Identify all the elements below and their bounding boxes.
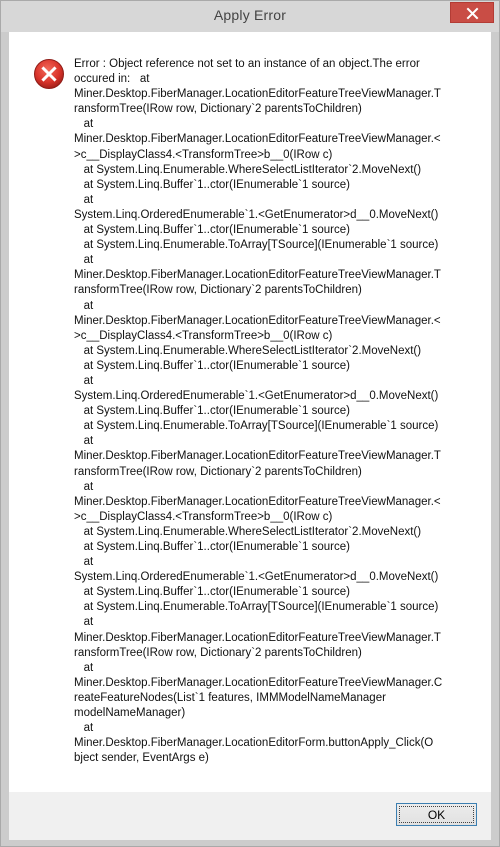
ok-button[interactable]: OK <box>396 803 477 826</box>
dialog-footer: OK <box>9 792 491 840</box>
error-message: Error : Object reference not set to an i… <box>74 58 443 765</box>
apply-error-dialog: Apply Error Error : Object reference not… <box>0 0 500 847</box>
window-title: Apply Error <box>213 7 287 23</box>
close-icon <box>466 7 479 20</box>
dialog-content: Error : Object reference not set to an i… <box>9 32 491 792</box>
close-button[interactable] <box>450 2 494 23</box>
error-icon <box>34 59 64 89</box>
title-bar[interactable]: Apply Error <box>1 1 499 32</box>
